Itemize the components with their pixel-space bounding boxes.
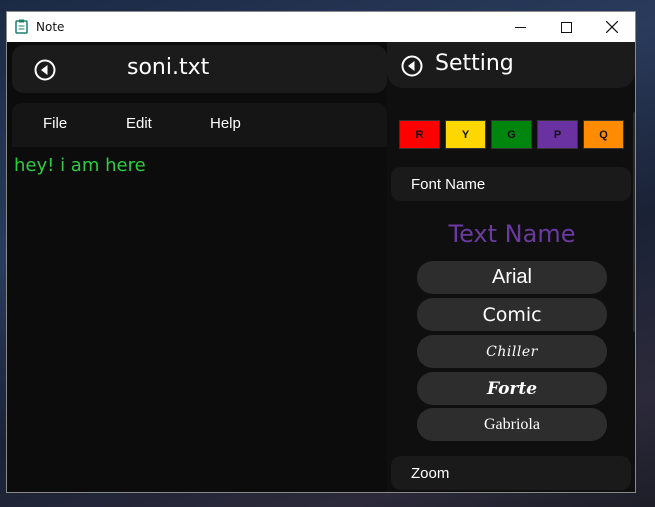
text-editor[interactable]: hey! i am here [12, 147, 387, 492]
color-orange-button[interactable]: Q [583, 120, 624, 149]
color-yellow-button[interactable]: Y [445, 120, 486, 149]
minimize-button[interactable] [497, 12, 543, 42]
maximize-button[interactable] [543, 12, 589, 42]
zoom-label: Zoom [411, 465, 450, 482]
color-purple-button[interactable]: P [537, 120, 578, 149]
font-gabriola-button[interactable]: Gabriola [417, 408, 607, 441]
menu-help[interactable]: Help [210, 115, 241, 132]
font-preview-text: Text Name [448, 220, 576, 248]
color-red-button[interactable]: R [399, 120, 440, 149]
color-green-button[interactable]: G [491, 120, 532, 149]
close-icon [606, 21, 618, 33]
settings-panel: Setting R Y G P Q Font Name Text Name Ar… [387, 42, 635, 492]
font-chiller-button[interactable]: Chiller [417, 335, 607, 368]
clipboard-icon [15, 19, 28, 34]
font-forte-button[interactable]: Forte [417, 372, 607, 405]
editor-pane: soni.txt File Edit Help hey! i am here [7, 42, 387, 492]
title-bar[interactable]: Note [7, 12, 635, 42]
font-name-label: Font Name [411, 176, 486, 193]
menu-bar: File Edit Help [12, 103, 387, 147]
font-arial-button[interactable]: Arial [417, 261, 607, 294]
editor-header: soni.txt [12, 45, 387, 93]
settings-scrollbar[interactable] [633, 112, 635, 332]
settings-header: Setting [387, 42, 635, 88]
menu-edit[interactable]: Edit [126, 115, 152, 132]
note-window: Note soni.txt File Edit Help hey! i am h… [6, 11, 636, 493]
file-name: soni.txt [127, 55, 210, 80]
minimize-icon [514, 26, 526, 28]
window-title: Note [36, 20, 65, 34]
editor-content: hey! i am here [14, 155, 146, 176]
font-comic-button[interactable]: Comic [417, 298, 607, 331]
font-name-section: Font Name [391, 167, 631, 201]
settings-title: Setting [435, 51, 514, 76]
menu-file[interactable]: File [43, 115, 67, 132]
zoom-section: Zoom [391, 456, 631, 490]
maximize-icon [560, 21, 572, 33]
back-icon[interactable] [399, 53, 425, 79]
back-icon[interactable] [32, 57, 58, 83]
close-button[interactable] [589, 12, 635, 42]
